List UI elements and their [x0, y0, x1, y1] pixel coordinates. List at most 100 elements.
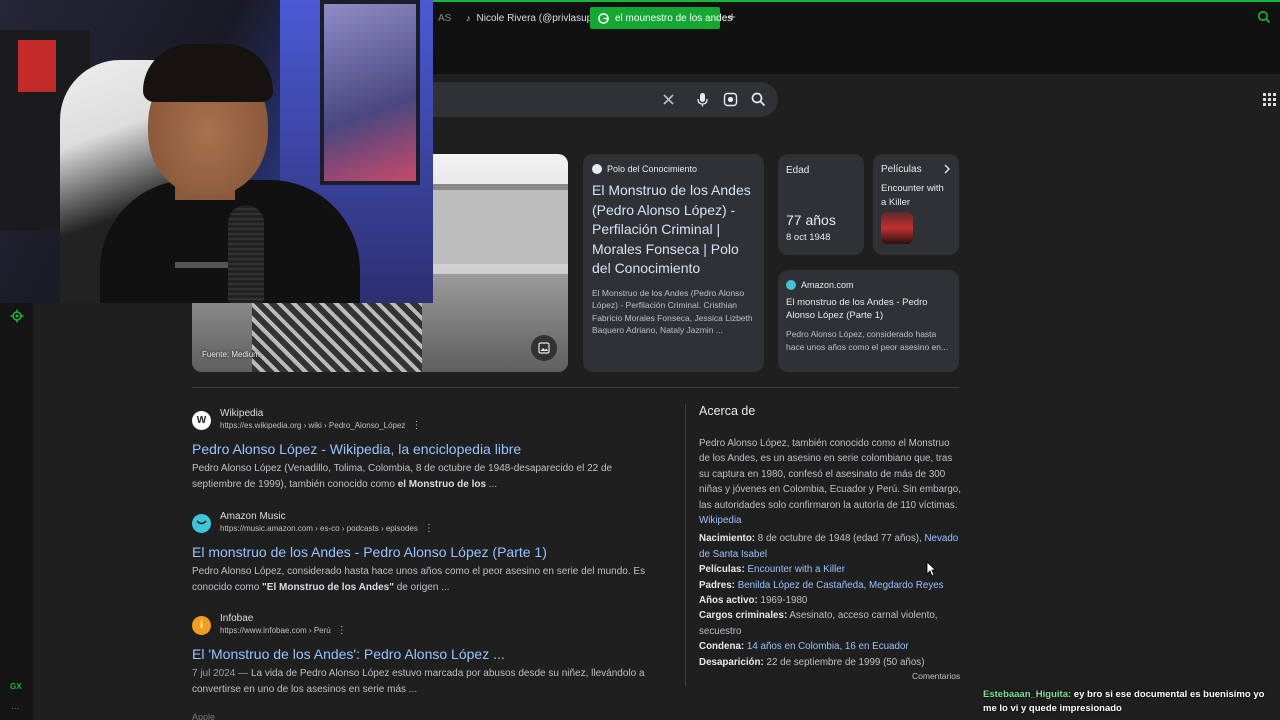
- fact-value: 1969-1980: [757, 595, 808, 607]
- source-label: Polo del Conocimiento: [607, 164, 698, 174]
- tab-google-search[interactable]: el mounestro de los andes: [590, 7, 732, 29]
- top-story-card[interactable]: Polo del Conocimiento El Monstruo de los…: [583, 154, 764, 372]
- tab-tiktok[interactable]: ♪ Nicole Rivera (@privlasup: [458, 7, 592, 29]
- url-text: https://es.wikipedia.org › wiki › Pedro_…: [220, 421, 406, 430]
- url-text: https://www.infobae.com › Perú: [220, 626, 331, 635]
- parents-link[interactable]: Benilda López de Castañeda, Megdardo Rey…: [738, 580, 944, 591]
- search-icon[interactable]: [1257, 10, 1273, 26]
- result-snippet: Pedro Alonso López, considerado hasta ha…: [192, 564, 662, 595]
- webcam-overlay: [0, 0, 433, 303]
- infobae-icon: i: [192, 615, 211, 635]
- apps-grid-icon[interactable]: [1263, 93, 1276, 106]
- source-label: Amazon.com: [801, 280, 854, 290]
- result-title-link[interactable]: El monstruo de los Andes - Pedro Alonso …: [192, 543, 662, 561]
- more-icon[interactable]: ...: [11, 701, 19, 712]
- screen: AS ♪ Nicole Rivera (@privlasup el mounes…: [0, 0, 1280, 720]
- sentence-link[interactable]: 14 años en Colombia, 16 en Ecuador: [747, 641, 909, 652]
- result-date: 7 jul 2024 —: [192, 668, 251, 679]
- result-snippet: 7 jul 2024 — La vida de Pedro Alonso Lóp…: [192, 666, 662, 697]
- search-result: Amazon Music https://music.amazon.com › …: [192, 511, 662, 595]
- url-text: https://music.amazon.com › es-co › podca…: [220, 524, 418, 533]
- search-result: i Infobae https://www.infobae.com › Perú…: [192, 613, 662, 697]
- panel-description: Pedro Alonso López, también conocido com…: [699, 436, 961, 528]
- result-url: https://music.amazon.com › es-co › podca…: [220, 523, 434, 535]
- comments-link[interactable]: Comentarios: [912, 671, 960, 681]
- fact-parents: Padres: Benilda López de Castañeda, Megd…: [699, 578, 961, 593]
- camera-lens-icon[interactable]: [722, 91, 739, 108]
- birth-date: 8 oct 1948: [786, 232, 831, 243]
- gx-logo[interactable]: GX: [10, 682, 22, 691]
- next-result-peek: Apple: [192, 712, 216, 720]
- image-source-caption: Fuente: Medium: [202, 350, 260, 359]
- mouse-cursor-icon: [926, 561, 937, 577]
- gear-icon[interactable]: [10, 309, 24, 323]
- movies-card[interactable]: Películas Encounter with a Killer: [873, 154, 959, 255]
- fact-label: Películas:: [699, 564, 745, 576]
- snippet-text: de origen ...: [393, 581, 450, 593]
- tiktok-icon: ♪: [466, 13, 471, 23]
- amazon-icon: [786, 280, 796, 290]
- movie-link[interactable]: Encounter with a Killer: [747, 564, 844, 575]
- fact-label: Nacimiento:: [699, 533, 756, 545]
- fact-sentence: Condena: 14 años en Colombia, 16 en Ecua…: [699, 639, 961, 654]
- image-icon[interactable]: [531, 335, 557, 361]
- amazon-music-icon: [192, 513, 211, 533]
- wikipedia-link[interactable]: Wikipedia: [699, 515, 741, 526]
- snippet-highlight: el Monstruo de los: [397, 478, 487, 490]
- movie-poster[interactable]: [881, 212, 913, 244]
- chevron-right-icon: [943, 164, 951, 177]
- browser-sidebar: [0, 303, 33, 720]
- fact-disappearance: Desaparición: 22 de septiembre de 1999 (…: [699, 655, 961, 670]
- fact-active: Años activo: 1969-1980: [699, 593, 961, 608]
- card-snippet: El Monstruo de los Andes (Pedro Alonso L…: [592, 287, 753, 336]
- microphone-icon[interactable]: [694, 91, 711, 108]
- snippet-highlight: "El Monstruo de los Andes": [262, 581, 394, 593]
- fact-birth: Nacimiento: 8 de octubre de 1948 (edad 7…: [699, 531, 961, 562]
- search-icon[interactable]: [750, 91, 767, 108]
- tab-label: AS: [438, 12, 452, 24]
- more-options-icon[interactable]: ⋮: [337, 625, 347, 636]
- fact-value: 8 de octubre de 1948 (edad 77 años),: [755, 533, 925, 545]
- card-title[interactable]: El Monstruo de los Andes (Pedro Alonso L…: [592, 181, 755, 279]
- search-result: W Wikipedia https://es.wikipedia.org › w…: [192, 408, 662, 492]
- snippet-text: ...: [486, 478, 498, 490]
- result-url: https://www.infobae.com › Perú ⋮: [220, 625, 347, 637]
- card-source: Amazon.com: [786, 280, 951, 290]
- card-title[interactable]: El monstruo de los Andes - Pedro Alonso …: [786, 296, 951, 322]
- movies-label: Películas: [881, 164, 922, 175]
- tab-label: el mounestro de los andes: [615, 12, 733, 24]
- result-snippet: Pedro Alonso López (Venadillo, Tolima, C…: [192, 461, 662, 492]
- result-site: Wikipedia: [220, 408, 264, 419]
- search-input[interactable]: [420, 82, 778, 117]
- panel-title: Acerca de: [699, 404, 756, 418]
- section-divider: [192, 387, 959, 388]
- fact-label: Años activo:: [699, 595, 758, 607]
- result-title-link[interactable]: Pedro Alonso López - Wikipedia, la encic…: [192, 440, 662, 458]
- age-card[interactable]: Edad 77 años 8 oct 1948: [778, 154, 864, 255]
- result-url: https://es.wikipedia.org › wiki › Pedro_…: [220, 420, 421, 432]
- amazon-card[interactable]: Amazon.com El monstruo de los Andes - Pe…: [778, 270, 959, 372]
- fact-movies: Películas: Encounter with a Killer: [699, 562, 961, 577]
- panel-divider: [685, 404, 686, 686]
- result-site: Amazon Music: [220, 511, 286, 522]
- fact-charges: Cargos criminales: Asesinato, acceso car…: [699, 608, 961, 639]
- age-label: Edad: [786, 165, 810, 176]
- movie-title[interactable]: Encounter with a Killer: [881, 182, 951, 210]
- panel-facts: Nacimiento: 8 de octubre de 1948 (edad 7…: [699, 531, 961, 670]
- fact-value: 22 de septiembre de 1999 (50 años): [763, 656, 925, 668]
- knowledge-panel: Acerca de Pedro Alonso López, también co…: [699, 404, 961, 670]
- tab-partial[interactable]: AS: [430, 7, 452, 29]
- description-text: Pedro Alonso López, también conocido com…: [699, 438, 961, 511]
- more-options-icon[interactable]: ⋮: [411, 420, 421, 431]
- result-site: Infobae: [220, 613, 254, 624]
- tab-label: Nicole Rivera (@privlasup: [476, 12, 593, 24]
- card-source: Polo del Conocimiento: [592, 164, 755, 174]
- more-options-icon[interactable]: ⋮: [424, 523, 434, 534]
- wikipedia-icon: W: [192, 410, 211, 430]
- new-tab-button[interactable]: +: [724, 8, 740, 26]
- google-icon: [598, 12, 609, 24]
- fact-label: Desaparición:: [699, 656, 764, 668]
- result-title-link[interactable]: El 'Monstruo de los Andes': Pedro Alonso…: [192, 645, 662, 663]
- clear-icon[interactable]: [660, 91, 677, 108]
- card-snippet: Pedro Alonso López, considerado hasta ha…: [786, 329, 949, 352]
